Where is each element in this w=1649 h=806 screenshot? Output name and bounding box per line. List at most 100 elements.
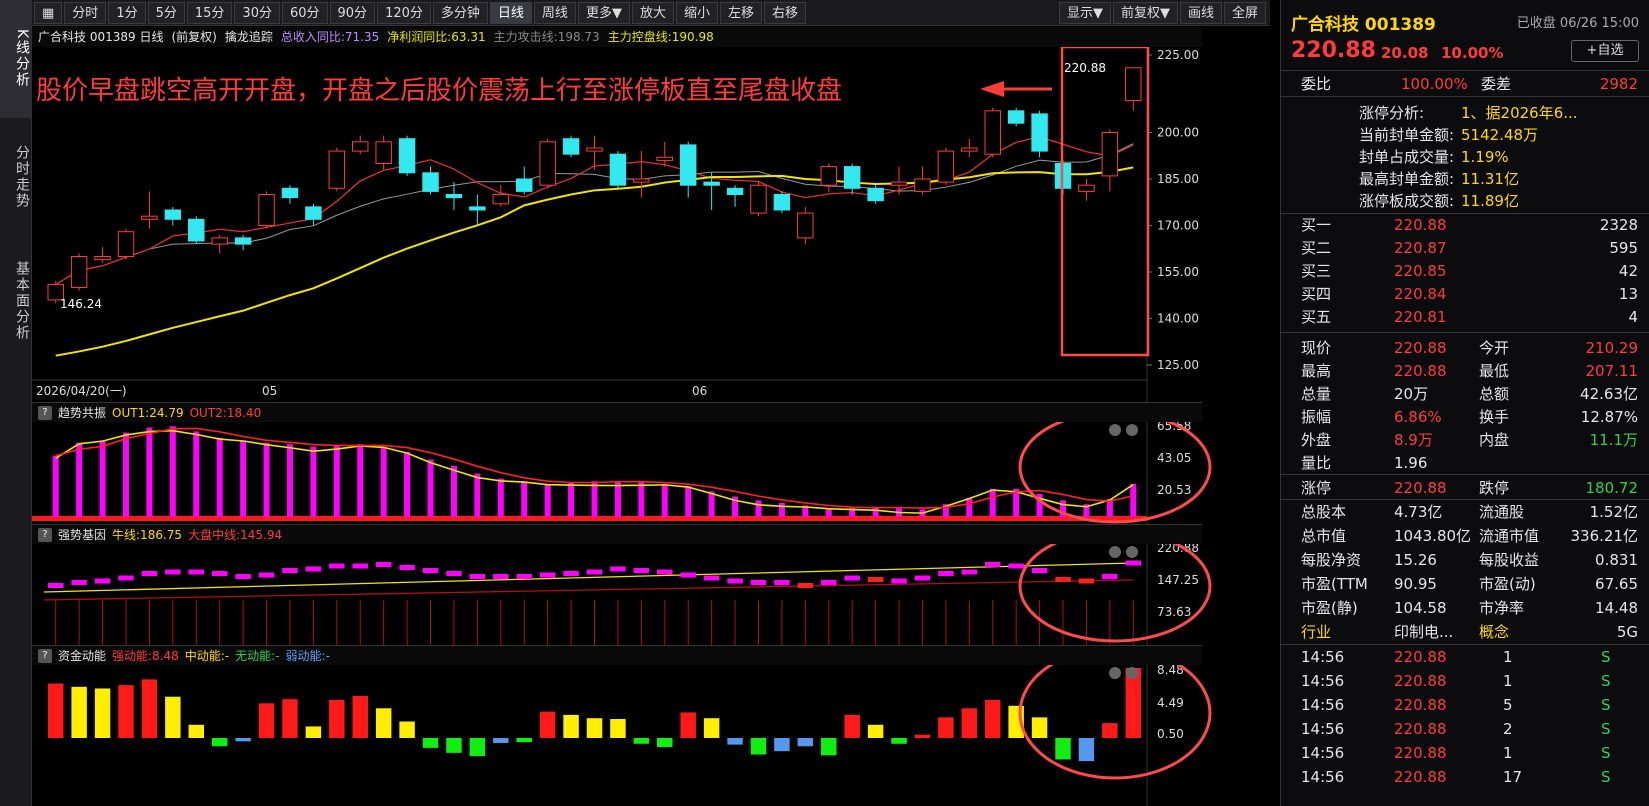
candle[interactable] [843,163,861,195]
candle[interactable] [328,148,346,192]
period-button[interactable]: 90分 [329,1,376,24]
period-button[interactable]: 1分 [108,1,146,24]
panel-money-name[interactable]: 资金动能 [58,646,106,665]
candle[interactable] [820,163,837,192]
bid-row[interactable]: 买五 220.81 4 [1281,305,1649,329]
candle[interactable] [961,138,978,158]
panel-gene-name[interactable]: 强势基因 [58,525,106,544]
candle[interactable] [609,151,627,189]
help-icon[interactable]: ? [38,406,52,420]
period-button[interactable]: 30分 [234,1,280,24]
period-button[interactable]: 15分 [186,1,233,24]
candle[interactable] [1031,110,1048,158]
candle[interactable] [234,234,252,251]
candle[interactable] [750,182,767,217]
candle[interactable] [375,135,392,170]
tab-fundamentals[interactable]: 基本面分析 [0,236,32,366]
candle[interactable] [773,191,791,214]
candle[interactable] [937,148,955,186]
gear-icon[interactable] [1109,546,1121,558]
period-button[interactable]: 5分 [147,1,185,24]
period-button[interactable]: 60分 [281,1,328,24]
candle[interactable] [258,191,275,229]
period-button[interactable]: 左移 [719,1,762,24]
energy-bar [774,738,790,752]
candle[interactable] [469,194,486,226]
candle[interactable] [562,135,580,158]
candle[interactable] [914,166,931,195]
toolbar-right-button[interactable]: 全屏 [1223,2,1266,24]
add-watchlist-button[interactable]: +自选 [1571,40,1639,62]
candle[interactable] [633,151,650,198]
gene-block [1031,568,1048,573]
candle[interactable] [1125,67,1142,111]
candle[interactable] [164,206,182,226]
candle[interactable] [984,107,1001,158]
bid-row[interactable]: 买三 220.85 42 [1281,259,1649,283]
gear-icon[interactable] [1109,424,1121,436]
close-icon[interactable] [1126,667,1138,679]
period-button[interactable]: 缩小 [675,1,718,24]
candle[interactable] [539,138,556,189]
toolbar-right-button[interactable]: 画线 [1179,2,1222,24]
strong-gene-chart[interactable]: 220.88147.2573.63 [32,544,1270,645]
period-button[interactable]: 分时 [64,1,107,24]
gene-block [141,571,158,576]
trend-bar [404,451,411,517]
candle[interactable] [492,185,510,207]
gene-block [797,583,814,588]
bid-row[interactable]: 买二 220.87 595 [1281,236,1649,260]
candle[interactable] [726,185,744,207]
candle[interactable] [141,191,158,229]
trend-bar [52,455,59,517]
help-icon[interactable]: ? [38,528,52,542]
candle-body [773,194,791,211]
candle[interactable] [117,228,135,260]
industry-value[interactable]: 印制电... [1394,620,1453,644]
candlestick-chart[interactable]: 225.00 200.00 185.00 170.00 155.00 140.00 125.… [32,47,1270,402]
candle[interactable] [70,253,88,291]
candle[interactable] [1078,179,1095,201]
candle[interactable] [188,216,205,245]
period-button[interactable]: 右移 [763,1,806,24]
toolbar-right-button[interactable]: 前复权▼ [1112,2,1178,24]
period-button[interactable]: 周线 [533,1,576,24]
tab-intraday[interactable]: 分时走势 [0,122,32,232]
panel-trend-name[interactable]: 趋势共振 [58,403,106,422]
candle[interactable] [211,234,228,254]
indicator-name[interactable]: 擒龙追踪 [225,27,273,47]
close-icon[interactable] [1126,546,1138,558]
period-button[interactable]: 放大 [631,1,674,24]
bid-row[interactable]: 买一 220.88 2328 [1281,213,1649,237]
candle[interactable] [515,166,533,195]
grid-icon[interactable]: ▦ [34,1,63,24]
candle[interactable] [797,206,814,245]
candle[interactable] [352,135,369,155]
help-icon[interactable]: ? [38,649,52,663]
candle[interactable] [586,135,603,170]
period-button[interactable]: 日线 [489,1,532,24]
candle[interactable] [867,185,884,204]
toolbar-right-button[interactable]: 显示▼ [1058,2,1111,24]
period-button[interactable]: 更多▼ [577,1,630,24]
candle[interactable] [679,141,697,198]
energy-bar [1102,723,1118,738]
y-tick-label: 155.00 [1157,265,1199,279]
candle[interactable] [1101,129,1119,192]
candle[interactable] [656,141,674,167]
candle[interactable] [422,166,439,195]
candle[interactable] [94,247,111,263]
candle[interactable] [281,185,299,204]
trend-resonance-chart[interactable]: 65.5843.0520.53 [32,422,1270,524]
gear-icon[interactable] [1109,667,1121,679]
period-button[interactable]: 多分钟 [432,1,488,24]
candle[interactable] [1007,107,1025,127]
concept-value[interactable]: 5G [1617,620,1638,644]
close-icon[interactable] [1126,424,1138,436]
tab-kline[interactable]: K线分析 [0,0,32,118]
candle[interactable] [305,203,322,226]
bid-row[interactable]: 买四 220.84 13 [1281,282,1649,306]
period-button[interactable]: 120分 [377,1,431,24]
money-energy-chart[interactable]: 8.484.490.50 [32,665,1270,806]
candle[interactable] [398,135,416,176]
